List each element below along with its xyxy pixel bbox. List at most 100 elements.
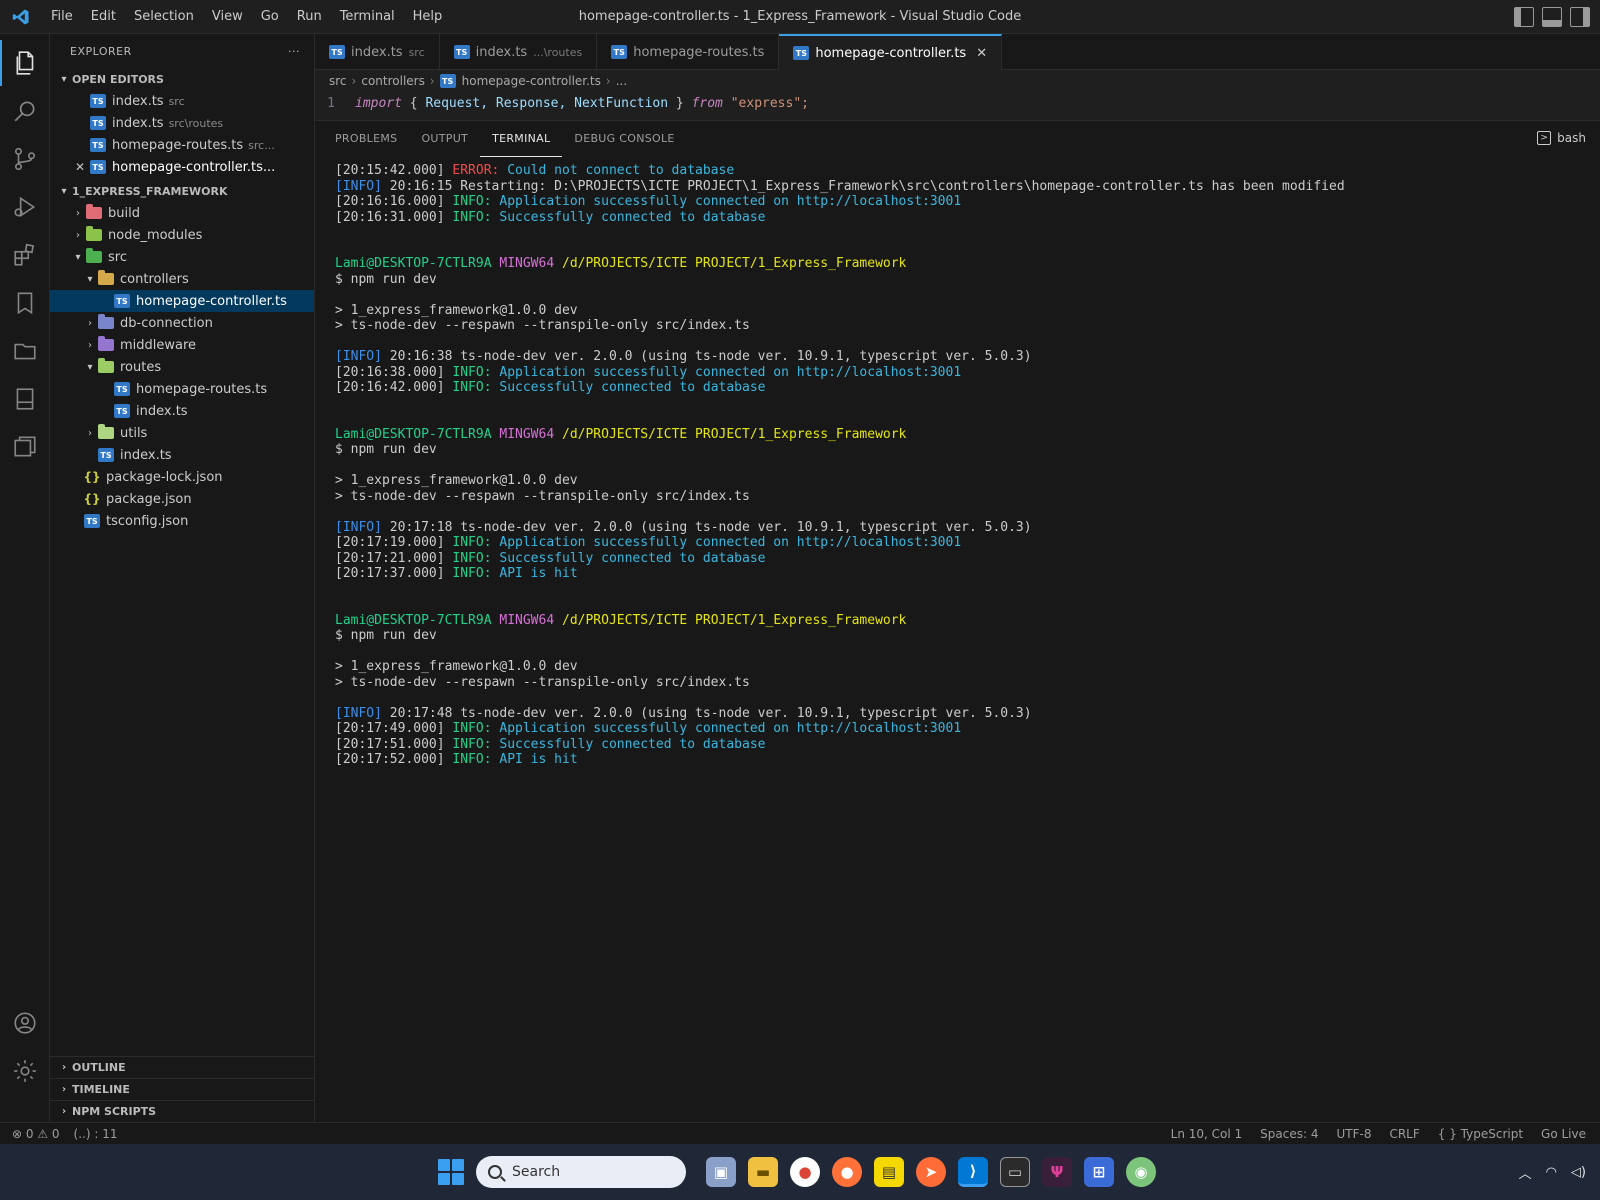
settings-gear-icon[interactable] bbox=[0, 1048, 50, 1094]
folder-icon[interactable] bbox=[0, 328, 50, 374]
tree-file-package-lock[interactable]: {} package-lock.json bbox=[50, 466, 314, 488]
notebook-icon[interactable] bbox=[0, 376, 50, 422]
tree-folder-utils[interactable]: › utils bbox=[50, 422, 314, 444]
toggle-panel-icon[interactable] bbox=[1542, 7, 1562, 27]
tsconfig-file-icon: TS bbox=[84, 514, 100, 528]
folder-open-icon bbox=[86, 248, 102, 263]
tree-file-package[interactable]: {} package.json bbox=[50, 488, 314, 510]
timeline-section[interactable]: › TIMELINE bbox=[50, 1078, 315, 1100]
menu-selection[interactable]: Selection bbox=[125, 0, 203, 34]
open-editors-section[interactable]: ▾ OPEN EDITORS bbox=[50, 68, 314, 90]
explorer-icon[interactable] bbox=[0, 40, 50, 86]
tree-file-routes-index[interactable]: TS index.ts bbox=[50, 400, 314, 422]
green-app-icon[interactable]: ◉ bbox=[1126, 1157, 1156, 1187]
predator-sense-icon[interactable]: Ψ bbox=[1042, 1157, 1072, 1187]
explorer-more-button[interactable]: ··· bbox=[288, 45, 300, 58]
code-line[interactable]: 1 import { Request, Response, NextFuncti… bbox=[315, 92, 1600, 114]
menu-help[interactable]: Help bbox=[404, 0, 452, 34]
remote-explorer-icon[interactable] bbox=[0, 424, 50, 470]
menu-edit[interactable]: Edit bbox=[82, 0, 125, 34]
menu-bar: File Edit Selection View Go Run Terminal… bbox=[42, 0, 451, 34]
breadcrumb-item[interactable]: ... bbox=[616, 74, 627, 88]
tab-index-routes[interactable]: TS index.ts ...\routes bbox=[440, 34, 598, 70]
tree-file-tsconfig[interactable]: TS tsconfig.json bbox=[50, 510, 314, 532]
open-editor-item[interactable]: TS index.ts src bbox=[50, 90, 314, 112]
open-editor-item-active[interactable]: ✕ TS homepage-controller.ts... bbox=[50, 156, 314, 178]
tab-problems[interactable]: PROBLEMS bbox=[323, 121, 409, 157]
ports-status[interactable]: (..) : 11 bbox=[74, 1127, 118, 1141]
chevron-right-icon: › bbox=[429, 74, 435, 88]
chevron-up-icon[interactable]: ︿ bbox=[1519, 1163, 1532, 1182]
firefox-icon[interactable]: ● bbox=[832, 1157, 862, 1187]
tab-close-icon[interactable]: ✕ bbox=[976, 46, 987, 61]
tree-file-src-index[interactable]: TS index.ts bbox=[50, 444, 314, 466]
go-live-status[interactable]: Go Live bbox=[1541, 1127, 1586, 1141]
chevron-down-icon: ▾ bbox=[61, 73, 67, 85]
tree-folder-middleware[interactable]: › middleware bbox=[50, 334, 314, 356]
project-section[interactable]: ▾ 1_EXPRESS_FRAMEWORK bbox=[50, 180, 314, 202]
encoding-status[interactable]: UTF-8 bbox=[1336, 1127, 1371, 1141]
tab-homepage-routes[interactable]: TS homepage-routes.ts bbox=[597, 34, 780, 70]
tree-folder-controllers[interactable]: ▾ controllers bbox=[50, 268, 314, 290]
vscode-taskbar-icon[interactable]: ⟩ bbox=[958, 1157, 988, 1187]
chrome-icon[interactable]: ● bbox=[790, 1157, 820, 1187]
folder-icon bbox=[98, 424, 114, 439]
language-mode-status[interactable]: { } TypeScript bbox=[1438, 1127, 1523, 1141]
terminal-line: [INFO] 20:16:38 ts-node-dev ver. 2.0.0 (… bbox=[335, 349, 1032, 364]
eol-status[interactable]: CRLF bbox=[1389, 1127, 1419, 1141]
cursor-position-status[interactable]: Ln 10, Col 1 bbox=[1171, 1127, 1243, 1141]
extensions-icon[interactable] bbox=[0, 232, 50, 278]
file-explorer-icon[interactable]: ▬ bbox=[748, 1157, 778, 1187]
toggle-primary-sidebar-icon[interactable] bbox=[1514, 7, 1534, 27]
indentation-status[interactable]: Spaces: 4 bbox=[1260, 1127, 1318, 1141]
tab-index-src[interactable]: TS index.ts src bbox=[315, 34, 440, 70]
volume-icon[interactable]: ◁) bbox=[1571, 1165, 1586, 1180]
typescript-file-icon: TS bbox=[453, 45, 470, 59]
bookmark-icon[interactable] bbox=[0, 280, 50, 326]
breadcrumb-item[interactable]: controllers bbox=[361, 74, 425, 88]
tree-file-homepage-routes[interactable]: TS homepage-routes.ts bbox=[50, 378, 314, 400]
menu-go[interactable]: Go bbox=[252, 0, 288, 34]
menu-view[interactable]: View bbox=[203, 0, 252, 34]
tab-homepage-controller[interactable]: TS homepage-controller.ts ✕ bbox=[779, 34, 1003, 70]
close-icon[interactable]: ✕ bbox=[72, 160, 88, 174]
breadcrumb-item[interactable]: homepage-controller.ts bbox=[462, 74, 601, 88]
source-control-icon[interactable] bbox=[0, 136, 50, 182]
network-app-icon[interactable]: ⊞ bbox=[1084, 1157, 1114, 1187]
chevron-right-icon: › bbox=[76, 229, 80, 241]
open-editor-item[interactable]: TS homepage-routes.ts src... bbox=[50, 134, 314, 156]
breadcrumb-item[interactable]: src bbox=[329, 74, 347, 88]
postman-icon[interactable]: ➤ bbox=[916, 1157, 946, 1187]
folder-icon bbox=[86, 204, 102, 219]
run-debug-icon[interactable] bbox=[0, 184, 50, 230]
toggle-secondary-sidebar-icon[interactable] bbox=[1570, 7, 1590, 27]
open-editor-item[interactable]: TS index.ts src\routes bbox=[50, 112, 314, 134]
tree-folder-routes[interactable]: ▾ routes bbox=[50, 356, 314, 378]
menu-file[interactable]: File bbox=[42, 0, 82, 34]
npm-scripts-section[interactable]: › NPM SCRIPTS bbox=[50, 1100, 315, 1122]
tree-folder-db-connection[interactable]: › db-connection bbox=[50, 312, 314, 334]
tree-folder-build[interactable]: › build bbox=[50, 202, 314, 224]
menu-run[interactable]: Run bbox=[288, 0, 331, 34]
tree-folder-node-modules[interactable]: › node_modules bbox=[50, 224, 314, 246]
terminal-taskbar-icon[interactable]: ▭ bbox=[1000, 1157, 1030, 1187]
terminal-output[interactable]: [20:15:42.000] ERROR: Could not connect … bbox=[335, 163, 1580, 768]
tab-debug-console[interactable]: DEBUG CONSOLE bbox=[562, 121, 686, 157]
terminal-shell-selector[interactable]: > bash bbox=[1537, 131, 1586, 145]
outline-section[interactable]: › OUTLINE bbox=[50, 1056, 315, 1078]
start-windows-icon[interactable] bbox=[438, 1159, 464, 1185]
taskbar-search-box[interactable]: Search bbox=[476, 1156, 686, 1188]
tree-folder-src[interactable]: ▾ src bbox=[50, 246, 314, 268]
search-icon[interactable] bbox=[0, 88, 50, 134]
sticky-notes-icon[interactable]: ▤ bbox=[874, 1157, 904, 1187]
tree-file-homepage-controller[interactable]: TS homepage-controller.ts bbox=[50, 290, 314, 312]
task-view-icon[interactable]: ▣ bbox=[706, 1157, 736, 1187]
wifi-icon[interactable]: ◠ bbox=[1546, 1165, 1557, 1180]
tab-output[interactable]: OUTPUT bbox=[409, 121, 480, 157]
menu-terminal[interactable]: Terminal bbox=[331, 0, 404, 34]
terminal-prompt: Lami@DESKTOP-7CTLR9A MINGW64 /d/PROJECTS… bbox=[335, 256, 907, 271]
problems-status[interactable]: ⊗ 0 ⚠ 0 bbox=[12, 1127, 60, 1141]
tab-terminal[interactable]: TERMINAL bbox=[480, 121, 563, 157]
account-icon[interactable] bbox=[0, 1000, 50, 1046]
terminal-line: [20:17:21.000] INFO: Successfully connec… bbox=[335, 550, 766, 566]
